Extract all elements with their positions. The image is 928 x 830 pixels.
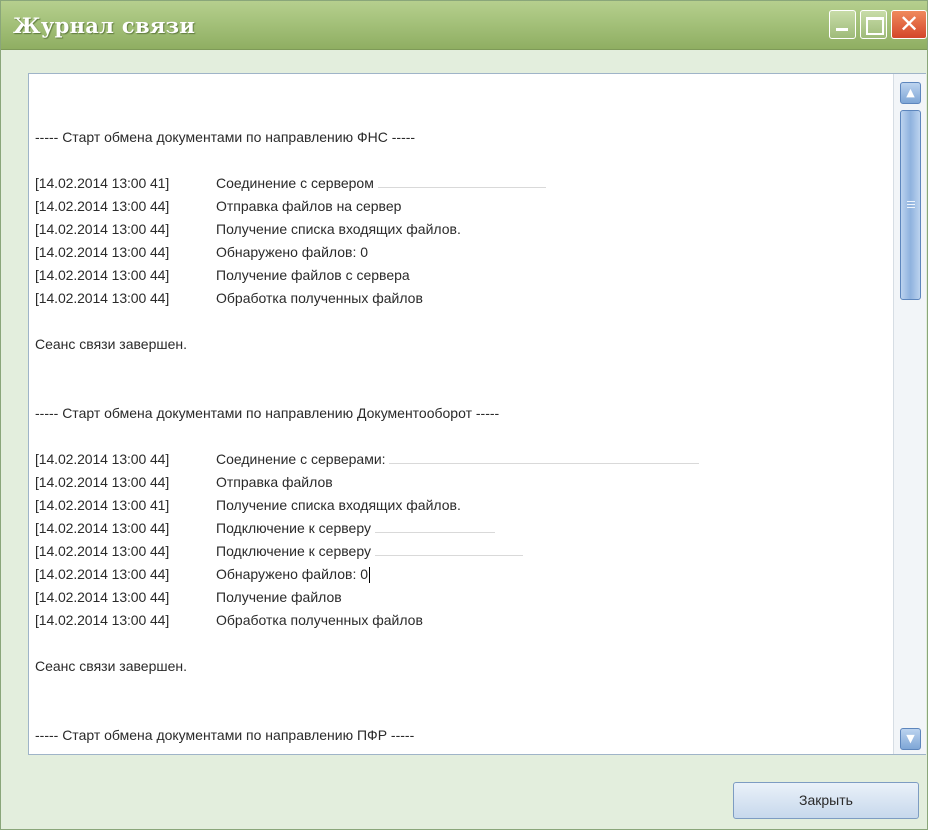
close-icon: ✕ [898,10,920,38]
log-message: Отправка файлов [216,474,333,490]
section-header: ----- Старт обмена документами по направ… [35,727,415,743]
log-line: [14.02.2014 13:00 44] Обнаружено файлов: … [35,563,895,586]
grip-line [907,207,915,208]
session-status: Сеанс связи завершен. [35,658,187,674]
log-timestamp: [14.02.2014 13:00 44] [35,612,170,628]
section-header: ----- Старт обмена документами по направ… [35,405,500,421]
log-line: [14.02.2014 13:00 44] Получение списка вх… [35,218,895,241]
log-line: [14.02.2014 13:00 44] Отправка файлов [35,471,895,494]
log-line: [14.02.2014 13:00 44] Получение файлов [35,586,895,609]
maximize-icon [866,17,884,35]
log-message: Обнаружено файлов: 0 [216,566,369,582]
scroll-up-button[interactable]: ▲ [900,82,921,104]
close-button[interactable]: Закрыть [733,782,919,819]
log-timestamp: [14.02.2014 13:00 44] [35,221,170,237]
log-timestamp: [14.02.2014 13:00 41] [35,175,170,191]
log-line: [14.02.2014 13:00 44] Обработка полученны… [35,287,895,310]
log-content: ----- Старт обмена документами по направ… [35,126,895,747]
log-line: [14.02.2014 13:00 44] Соединение с сервер… [35,448,895,471]
section-header: ----- Старт обмена документами по направ… [35,129,416,145]
log-timestamp: [14.02.2014 13:00 44] [35,474,170,490]
grip-line [907,201,915,202]
log-message: Подключение к серверу [216,520,375,536]
log-message: Подключение к серверу [216,543,375,559]
log-line: [14.02.2014 13:00 44] Получение файлов с … [35,264,895,287]
log-line: [14.02.2014 13:00 41] Получение списка вх… [35,494,895,517]
redacted-text [374,525,495,534]
log-timestamp: [14.02.2014 13:00 44] [35,451,170,467]
redacted-text [374,548,523,557]
log-timestamp: [14.02.2014 13:00 44] [35,543,170,559]
log-message: Обработка полученных файлов [216,612,423,628]
maximize-button[interactable] [860,10,887,39]
log-message: Отправка файлов на сервер [216,198,402,214]
log-line: [14.02.2014 13:00 44] Обработка полученны… [35,609,895,632]
log-line: [14.02.2014 13:00 44] Подключение к серве… [35,540,895,563]
log-timestamp: [14.02.2014 13:00 44] [35,520,170,536]
minimize-icon [836,28,848,31]
log-line: [14.02.2014 13:00 44] Подключение к серве… [35,517,895,540]
title-bar[interactable]: Журнал связи ✕ [1,1,927,50]
log-timestamp: [14.02.2014 13:00 41] [35,497,170,513]
log-textarea[interactable]: ----- Старт обмена документами по направ… [28,73,926,755]
redacted-text [389,456,700,465]
log-timestamp: [14.02.2014 13:00 44] [35,244,170,260]
log-message: Обработка полученных файлов [216,290,423,306]
log-message: Соединение с серверами: [216,451,390,467]
log-timestamp: [14.02.2014 13:00 44] [35,267,170,283]
log-line: [14.02.2014 13:00 44] Обнаружено файлов: … [35,241,895,264]
redacted-text [377,180,546,189]
log-line: [14.02.2014 13:00 41] Соединение с сервер… [35,172,895,195]
vertical-scrollbar[interactable]: ▲ ▼ [893,74,926,754]
log-message: Получение списка входящих файлов. [216,497,461,513]
journal-window: Журнал связи ✕ ----- Старт обмена докуме… [0,0,928,830]
chevron-down-icon: ▼ [906,732,915,745]
scroll-down-button[interactable]: ▼ [900,728,921,750]
session-status: Сеанс связи завершен. [35,336,187,352]
text-cursor [369,567,371,584]
grip-line [907,204,915,205]
window-title: Журнал связи [13,13,196,38]
log-timestamp: [14.02.2014 13:00 44] [35,566,170,582]
scroll-thumb[interactable] [900,110,921,300]
close-window-button[interactable]: ✕ [891,10,927,39]
log-line: [14.02.2014 13:00 44] Отправка файлов на … [35,195,895,218]
chevron-up-icon: ▲ [906,86,915,99]
log-timestamp: [14.02.2014 13:00 44] [35,589,170,605]
log-message: Получение файлов с сервера [216,267,410,283]
log-timestamp: [14.02.2014 13:00 44] [35,290,170,306]
log-message: Соединение с сервером [216,175,378,191]
log-message: Обнаружено файлов: 0 [216,244,369,260]
minimize-button[interactable] [829,10,856,39]
log-timestamp: [14.02.2014 13:00 44] [35,198,170,214]
log-message: Получение списка входящих файлов. [216,221,461,237]
log-message: Получение файлов [216,589,342,605]
